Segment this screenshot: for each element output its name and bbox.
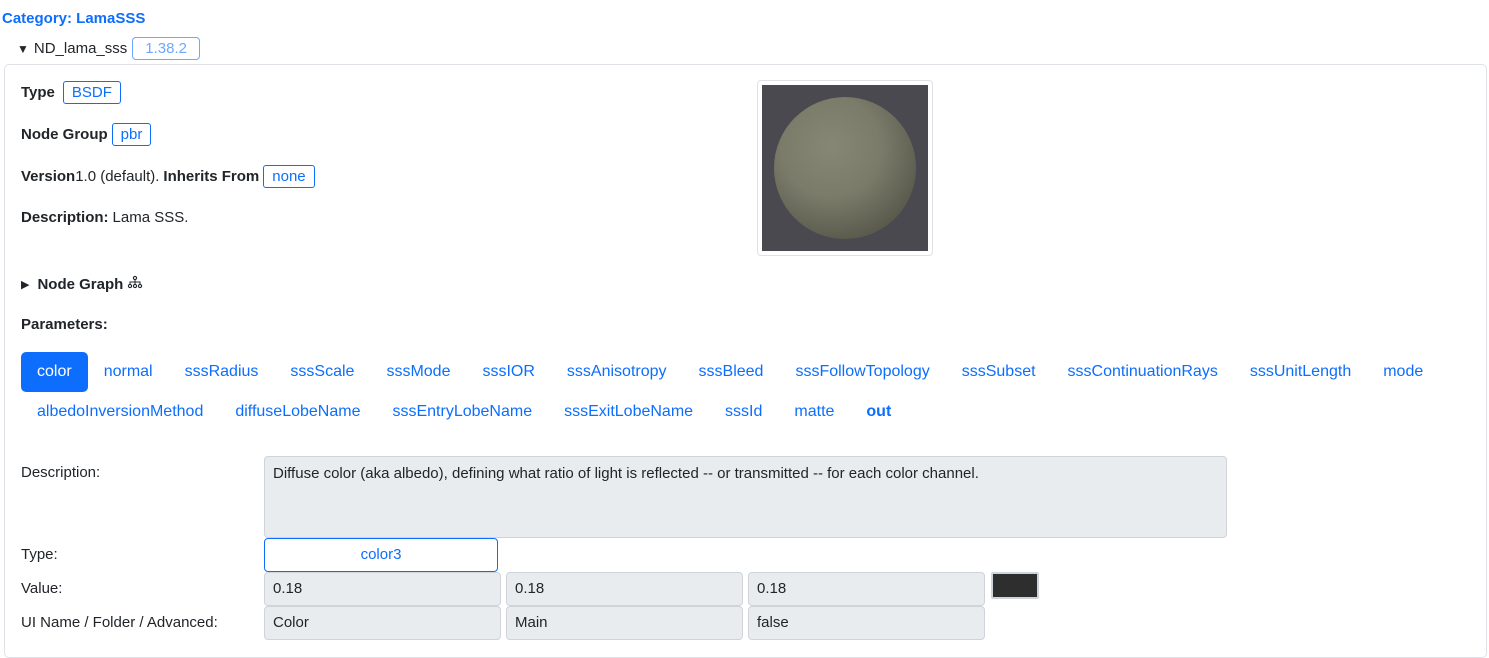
- node-graph-icon: [127, 275, 143, 293]
- parameters-label: Parameters:: [21, 316, 108, 333]
- ui-name-field: Color: [264, 606, 501, 640]
- tab-sssentrylobename[interactable]: sssEntryLobeName: [376, 392, 548, 432]
- ui-advanced-field: false: [748, 606, 985, 640]
- preview-background: [762, 85, 928, 251]
- tab-normal[interactable]: normal: [88, 352, 169, 392]
- tab-matte[interactable]: matte: [778, 392, 850, 432]
- version-row: Version 1.0 (default). Inherits From non…: [21, 165, 315, 188]
- caret-down-icon: ▼: [17, 41, 29, 56]
- tab-sssanisotropy[interactable]: sssAnisotropy: [551, 352, 683, 392]
- version-label: Version: [21, 168, 76, 185]
- type-row: Type BSDF: [21, 81, 121, 104]
- param-type-label: Type:: [21, 546, 58, 563]
- color-swatch[interactable]: [991, 572, 1039, 599]
- tab-out[interactable]: out: [850, 392, 907, 432]
- node-summary-toggle[interactable]: ▼ ND_lama_sss 1.38.2: [17, 37, 200, 60]
- tab-sssfollowtopology[interactable]: sssFollowTopology: [779, 352, 945, 392]
- value-field-b[interactable]: 0.18: [748, 572, 985, 606]
- node-graph-label: Node Graph: [37, 275, 124, 293]
- ui-folder-field: Main: [506, 606, 743, 640]
- tab-sssid[interactable]: sssId: [709, 392, 778, 432]
- inherits-label: Inherits From: [163, 168, 260, 185]
- material-preview: [757, 80, 933, 256]
- tab-sssunitlength[interactable]: sssUnitLength: [1234, 352, 1367, 392]
- parameter-tabs: color normal sssRadius sssScale sssMode …: [21, 352, 1461, 432]
- tab-sssbleed[interactable]: sssBleed: [683, 352, 780, 392]
- tab-ssssubset[interactable]: sssSubset: [946, 352, 1052, 392]
- inherits-badge[interactable]: none: [263, 165, 315, 188]
- value-field-g[interactable]: 0.18: [506, 572, 743, 606]
- node-graph-toggle[interactable]: ▶ Node Graph: [21, 275, 143, 293]
- node-card: Type BSDF Node Group pbr Version 1.0 (de…: [4, 64, 1487, 658]
- tab-sssexitlobename[interactable]: sssExitLobeName: [548, 392, 709, 432]
- tab-diffuselobename[interactable]: diffuseLobeName: [219, 392, 376, 432]
- tab-sssradius[interactable]: sssRadius: [169, 352, 275, 392]
- param-description-label: Description:: [21, 464, 101, 481]
- ui-name-label: UI Name / Folder / Advanced:: [21, 614, 218, 631]
- tab-sssscale[interactable]: sssScale: [274, 352, 370, 392]
- tab-color[interactable]: color: [21, 352, 88, 392]
- node-group-label: Node Group: [21, 126, 108, 143]
- type-label: Type: [21, 84, 55, 101]
- tab-mode[interactable]: mode: [1367, 352, 1439, 392]
- version-badge: 1.38.2: [132, 37, 200, 60]
- tab-sssmode[interactable]: sssMode: [370, 352, 466, 392]
- param-type-button[interactable]: color3: [264, 538, 498, 572]
- node-name: ND_lama_sss: [33, 40, 128, 57]
- caret-right-icon: ▶: [21, 278, 30, 291]
- tab-albedoinversionmethod[interactable]: albedoInversionMethod: [21, 392, 219, 432]
- tab-sssior[interactable]: sssIOR: [466, 352, 550, 392]
- version-value: 1.0 (default).: [75, 168, 160, 185]
- value-field-r[interactable]: 0.18: [264, 572, 501, 606]
- node-group-row: Node Group pbr: [21, 123, 152, 146]
- type-badge[interactable]: BSDF: [62, 81, 121, 104]
- tab-ssscontinuationrays[interactable]: sssContinuationRays: [1052, 352, 1234, 392]
- preview-sphere: [774, 97, 916, 239]
- category-title: Category: LamaSSS: [2, 10, 146, 27]
- description-label: Description:: [21, 209, 109, 226]
- param-description-box: Diffuse color (aka albedo), defining wha…: [264, 456, 1227, 538]
- description-row: Description: Lama SSS.: [21, 209, 188, 226]
- description-value: Lama SSS.: [112, 209, 189, 226]
- param-value-label: Value:: [21, 580, 63, 597]
- node-group-badge[interactable]: pbr: [111, 123, 152, 146]
